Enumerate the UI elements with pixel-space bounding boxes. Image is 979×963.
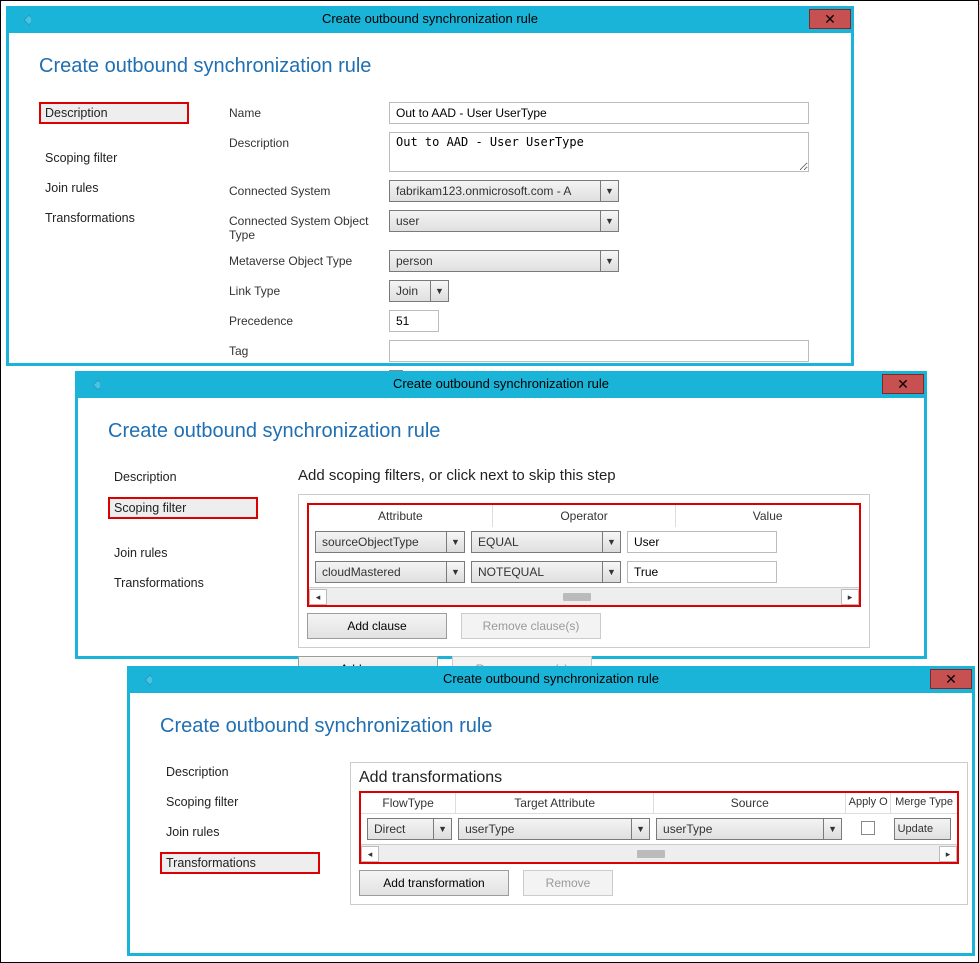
close-button[interactable]: ✕: [809, 9, 851, 29]
chevron-down-icon: ▼: [823, 819, 841, 839]
name-input[interactable]: [389, 102, 809, 124]
attribute-select[interactable]: cloudMastered▼: [315, 561, 465, 583]
operator-select[interactable]: EQUAL▼: [471, 531, 621, 553]
chevron-down-icon: ▼: [446, 532, 464, 552]
chevron-down-icon: ▼: [602, 532, 620, 552]
nav-join-rules[interactable]: Join rules: [39, 178, 105, 198]
link-type-select[interactable]: Join▼: [389, 280, 449, 302]
close-icon: ✕: [897, 376, 909, 392]
name-label: Name: [229, 102, 389, 120]
scroll-thumb[interactable]: [563, 593, 591, 601]
nav-description[interactable]: Description: [39, 102, 189, 124]
add-clause-button[interactable]: Add clause: [307, 613, 447, 639]
window-title: Create outbound synchronization rule: [78, 376, 924, 391]
transform-row: Direct▼ userType▼ userType▼ Update: [361, 814, 957, 844]
connected-system-select[interactable]: fabrikam123.onmicrosoft.com - A▼: [389, 180, 619, 202]
scroll-right-button[interactable]: ▸: [841, 589, 859, 605]
col-operator: Operator: [493, 505, 677, 527]
chevron-down-icon: ▼: [600, 181, 618, 201]
col-attribute: Attribute: [309, 505, 493, 527]
close-icon: ✕: [824, 11, 836, 27]
page-heading: Create outbound synchronization rule: [108, 420, 894, 443]
col-apply-once: Apply O: [846, 793, 891, 814]
remove-clause-button[interactable]: Remove clause(s): [461, 613, 601, 639]
chevron-down-icon: ▼: [600, 211, 618, 231]
title-bar: Create outbound synchronization rule ✕: [78, 374, 924, 398]
target-attr-select[interactable]: userType▼: [458, 818, 650, 840]
col-source: Source: [654, 793, 846, 814]
scroll-right-button[interactable]: ▸: [939, 846, 957, 862]
connected-system-label: Connected System: [229, 180, 389, 198]
nav-sidebar: Description Scoping filter Join rules Tr…: [108, 467, 258, 682]
transform-section-title: Add transformations: [359, 769, 959, 787]
nav-join-rules[interactable]: Join rules: [108, 543, 174, 563]
window-title: Create outbound synchronization rule: [9, 11, 851, 26]
window-title: Create outbound synchronization rule: [130, 671, 972, 686]
nav-scoping-filter[interactable]: Scoping filter: [39, 148, 123, 168]
close-button[interactable]: ✕: [882, 374, 924, 394]
value-input[interactable]: [627, 561, 777, 583]
horizontal-scrollbar[interactable]: ◂ ▸: [361, 844, 957, 862]
chevron-down-icon: ▼: [430, 281, 448, 301]
source-select[interactable]: userType▼: [656, 818, 842, 840]
link-type-label: Link Type: [229, 280, 389, 298]
page-heading: Create outbound synchronization rule: [160, 715, 942, 738]
col-merge: Merge Type: [891, 793, 957, 814]
chevron-down-icon: ▼: [602, 562, 620, 582]
filter-row: sourceObjectType▼ EQUAL▼: [309, 527, 859, 557]
scroll-thumb[interactable]: [637, 850, 665, 858]
chevron-down-icon: ▼: [631, 819, 649, 839]
transform-header: FlowType Target Attribute Source Apply O…: [361, 793, 957, 814]
chevron-down-icon: ▼: [433, 819, 451, 839]
conn-obj-type-label: Connected System Object Type: [229, 210, 389, 242]
scroll-left-button[interactable]: ◂: [309, 589, 327, 605]
close-button[interactable]: ✕: [930, 669, 972, 689]
tag-label: Tag: [229, 340, 389, 358]
scroll-left-button[interactable]: ◂: [361, 846, 379, 862]
nav-sidebar: Description Scoping filter Join rules Tr…: [39, 102, 189, 414]
conn-obj-type-select[interactable]: user▼: [389, 210, 619, 232]
value-input[interactable]: [627, 531, 777, 553]
attribute-select[interactable]: sourceObjectType▼: [315, 531, 465, 553]
description-form: Name Description Connected System fabrik…: [229, 102, 821, 414]
col-target: Target Attribute: [456, 793, 654, 814]
title-bar: Create outbound synchronization rule ✕: [9, 9, 851, 33]
nav-description[interactable]: Description: [160, 762, 235, 782]
horizontal-scrollbar[interactable]: ◂ ▸: [309, 587, 859, 605]
operator-select[interactable]: NOTEQUAL▼: [471, 561, 621, 583]
apply-once-checkbox[interactable]: [861, 821, 875, 835]
nav-transformations[interactable]: Transformations: [108, 573, 210, 593]
description-input[interactable]: [389, 132, 809, 172]
nav-sidebar: Description Scoping filter Join rules Tr…: [160, 762, 320, 905]
title-bar: Create outbound synchronization rule ✕: [130, 669, 972, 693]
nav-scoping-filter[interactable]: Scoping filter: [108, 497, 258, 519]
page-heading: Create outbound synchronization rule: [39, 55, 821, 78]
scoping-section-title: Add scoping filters, or click next to sk…: [298, 467, 894, 484]
nav-scoping-filter[interactable]: Scoping filter: [160, 792, 244, 812]
precedence-label: Precedence: [229, 310, 389, 328]
merge-type-select[interactable]: Update: [894, 818, 951, 840]
chevron-down-icon: ▼: [446, 562, 464, 582]
mv-obj-type-label: Metaverse Object Type: [229, 250, 389, 268]
description-label: Description: [229, 132, 389, 150]
col-value: Value: [676, 505, 859, 527]
flowtype-select[interactable]: Direct▼: [367, 818, 452, 840]
close-icon: ✕: [945, 671, 957, 687]
precedence-input[interactable]: [389, 310, 439, 332]
nav-description[interactable]: Description: [108, 467, 183, 487]
col-flowtype: FlowType: [361, 793, 456, 814]
filter-row: cloudMastered▼ NOTEQUAL▼: [309, 557, 859, 587]
nav-join-rules[interactable]: Join rules: [160, 822, 226, 842]
tag-input[interactable]: [389, 340, 809, 362]
mv-obj-type-select[interactable]: person▼: [389, 250, 619, 272]
add-transformation-button[interactable]: Add transformation: [359, 870, 509, 896]
nav-transformations[interactable]: Transformations: [39, 208, 141, 228]
nav-transformations[interactable]: Transformations: [160, 852, 320, 874]
chevron-down-icon: ▼: [600, 251, 618, 271]
remove-transformation-button[interactable]: Remove: [523, 870, 613, 896]
